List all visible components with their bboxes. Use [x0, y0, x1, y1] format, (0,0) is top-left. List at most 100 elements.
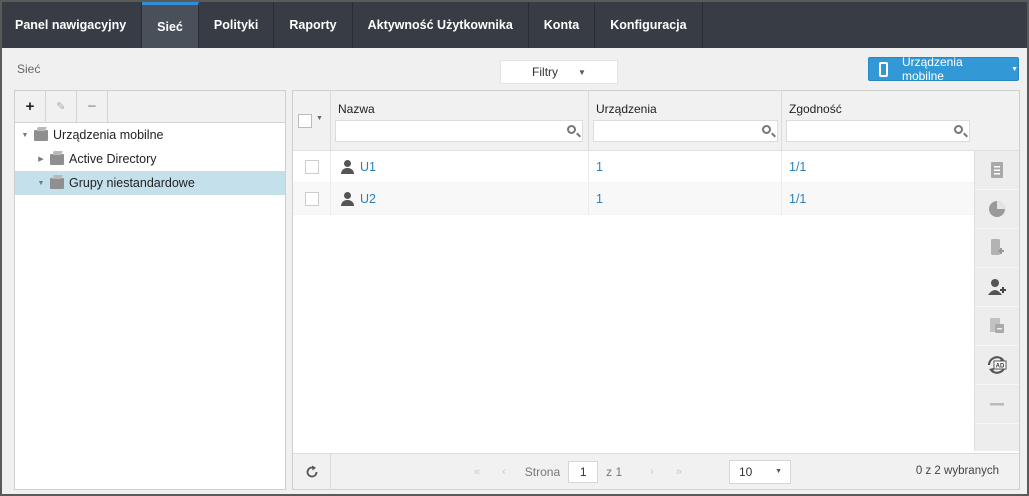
column-header-name[interactable]: Nazwa — [338, 102, 375, 116]
action-toolbar: AD — [974, 151, 1019, 451]
column-header-devices[interactable]: Urządzenia — [596, 102, 657, 116]
add-user-icon — [988, 279, 1006, 295]
compliance-link[interactable]: 1/1 — [789, 192, 806, 206]
pagination: « ‹ Strona 1 z 1 › » — [463, 461, 693, 483]
grid-footer: « ‹ Strona 1 z 1 › » 10 ▼ 0 z 2 wybranyc… — [293, 453, 1019, 490]
user-link[interactable]: U2 — [360, 192, 376, 206]
add-user-button[interactable] — [975, 268, 1019, 307]
refresh-icon — [306, 465, 317, 478]
expand-arrow-icon[interactable]: ▼ — [20, 132, 30, 139]
chevron-down-icon[interactable]: ▼ — [316, 115, 323, 122]
tree-item-label: Grupy niestandardowe — [69, 176, 195, 190]
tab-user-activity[interactable]: Aktywność Użytkownika — [353, 2, 529, 48]
tree-item-label: Urządzenia mobilne — [53, 128, 164, 142]
statistics-button[interactable] — [975, 190, 1019, 229]
mobile-devices-button[interactable]: Urządzenia mobilne ▼ — [868, 55, 1019, 83]
user-icon — [340, 192, 354, 206]
folder-icon — [50, 177, 64, 189]
report-button[interactable] — [975, 151, 1019, 190]
tree-item-mobile-devices[interactable]: ▼ Urządzenia mobilne — [15, 123, 285, 147]
tab-accounts[interactable]: Konta — [529, 2, 596, 48]
remove-button[interactable] — [975, 385, 1019, 424]
page-total-label: z 1 — [606, 465, 623, 479]
breadcrumb: Sieć — [17, 62, 41, 76]
remove-icon — [990, 403, 1004, 406]
tab-network[interactable]: Sieć — [142, 2, 199, 48]
tab-dashboard[interactable]: Panel nawigacyjny — [2, 2, 143, 48]
cell-name: U1 — [331, 151, 589, 183]
user-link[interactable]: U1 — [360, 160, 376, 174]
row-select — [293, 151, 331, 183]
phone-icon — [879, 61, 888, 77]
cell-name: U2 — [331, 183, 589, 215]
compliance-search-input[interactable] — [786, 120, 970, 142]
group-tree-panel: + ✎ − ▼ Urządzenia mobilne ▶ Active Dire… — [14, 90, 286, 490]
chevron-down-icon: ▼ — [775, 468, 782, 475]
cell-devices: 1 — [589, 183, 782, 215]
row-checkbox[interactable] — [305, 192, 319, 206]
refresh-button[interactable] — [293, 454, 331, 490]
search-icon — [954, 125, 963, 134]
cell-devices: 1 — [589, 151, 782, 183]
cell-compliance: 1/1 — [782, 183, 975, 215]
svg-text:AD: AD — [996, 364, 1005, 370]
edit-group-button[interactable]: ✎ — [46, 91, 77, 122]
add-device-button[interactable] — [975, 229, 1019, 268]
tree-toolbar: + ✎ − — [15, 91, 285, 123]
tree-item-custom-groups[interactable]: ▼ Grupy niestandardowe — [15, 171, 285, 195]
select-all-control[interactable]: ▼ — [293, 91, 331, 151]
user-icon — [340, 160, 354, 174]
filters-label: Filtry — [532, 65, 559, 79]
add-device-icon — [991, 239, 1004, 255]
name-search-input[interactable] — [335, 120, 583, 142]
row-checkbox[interactable] — [305, 160, 319, 174]
tree-item-label: Active Directory — [69, 152, 157, 166]
column-header-compliance[interactable]: Zgodność — [789, 102, 842, 116]
first-page-icon[interactable]: « — [474, 466, 480, 478]
add-group-button[interactable]: + — [15, 91, 46, 122]
table-row[interactable]: U2 1 1/1 — [293, 183, 975, 215]
select-all-checkbox[interactable] — [298, 114, 312, 128]
assign-policy-button[interactable] — [975, 307, 1019, 346]
devices-search-input[interactable] — [593, 120, 778, 142]
devices-link[interactable]: 1 — [596, 192, 603, 206]
next-page-icon[interactable]: › — [650, 466, 654, 478]
remove-group-button[interactable]: − — [77, 91, 108, 122]
search-icon — [762, 125, 771, 134]
pie-chart-icon — [989, 201, 1005, 217]
table-row[interactable]: U1 1 1/1 — [293, 151, 975, 183]
tree-item-active-directory[interactable]: ▶ Active Directory — [15, 147, 285, 171]
column-compliance: Zgodność — [782, 91, 974, 151]
expand-arrow-icon[interactable]: ▼ — [36, 180, 46, 187]
row-select — [293, 183, 331, 215]
mobile-devices-label: Urządzenia mobilne — [901, 55, 963, 83]
sync-ad-button[interactable]: AD — [975, 346, 1019, 385]
tab-policies[interactable]: Polityki — [199, 2, 275, 48]
grid-body: U1 1 1/1 U2 1 1/1 — [293, 151, 975, 215]
tab-reports[interactable]: Raporty — [274, 2, 353, 48]
plus-icon: + — [25, 98, 35, 115]
sync-ad-icon: AD — [987, 356, 1007, 374]
selection-summary: 0 z 2 wybranych — [915, 465, 999, 477]
devices-link[interactable]: 1 — [596, 160, 603, 174]
cell-compliance: 1/1 — [782, 151, 975, 183]
previous-page-icon[interactable]: ‹ — [502, 466, 506, 478]
folder-icon — [34, 129, 48, 141]
last-page-icon[interactable]: » — [676, 466, 682, 478]
chevron-down-icon: ▼ — [578, 67, 586, 77]
page-size-select[interactable]: 10 ▼ — [729, 460, 791, 484]
users-grid: ▼ Nazwa Urządzenia Zgodność U1 1 1/1 U2 … — [292, 90, 1020, 490]
collapse-arrow-icon[interactable]: ▶ — [36, 155, 46, 163]
folder-icon — [50, 153, 64, 165]
report-icon — [991, 162, 1003, 178]
page-size-value: 10 — [739, 465, 753, 479]
compliance-link[interactable]: 1/1 — [789, 160, 806, 174]
page-label: Strona — [524, 465, 561, 479]
filters-dropdown[interactable]: Filtry ▼ — [500, 60, 618, 84]
grid-header: ▼ Nazwa Urządzenia Zgodność — [293, 91, 1019, 151]
tab-configuration[interactable]: Konfiguracja — [595, 2, 703, 48]
search-icon — [567, 125, 576, 134]
column-devices: Urządzenia — [589, 91, 782, 151]
page-number-input[interactable]: 1 — [568, 461, 599, 483]
assign-icon — [990, 318, 1004, 333]
